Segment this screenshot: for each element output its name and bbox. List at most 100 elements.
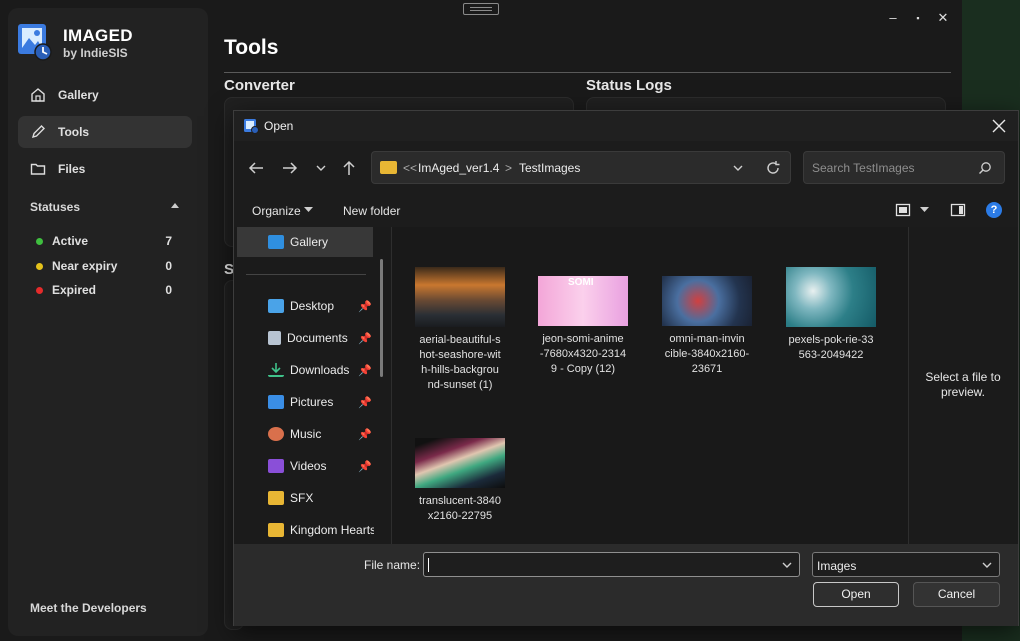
new-folder-button[interactable]: New folder <box>343 204 400 218</box>
nav-item-sfx[interactable]: SFX <box>268 488 313 508</box>
preview-message: Select a file to preview. <box>925 370 1001 399</box>
file-name-label: File name: <box>364 558 421 572</box>
nav-scrollbar[interactable] <box>380 259 383 377</box>
breadcrumb-separator: > <box>505 161 513 175</box>
search-input[interactable]: Search TestImages <box>803 151 1005 184</box>
file-tile[interactable]: omni-man-invin cible-3840x2160- 23671 <box>656 267 758 377</box>
search-icon[interactable] <box>978 161 992 175</box>
file-tile[interactable]: aerial-beautiful-s hot-seashore-wit h-hill… <box>409 267 511 393</box>
chevron-down-icon[interactable] <box>981 560 993 570</box>
preview-pane-toggle-icon[interactable] <box>950 202 966 218</box>
help-icon[interactable]: ? <box>986 202 1002 218</box>
status-label: Near expiry <box>52 259 118 273</box>
expired-dot-icon <box>36 287 43 294</box>
file-type-value: Images <box>817 559 857 573</box>
nav-item-gallery[interactable]: Gallery <box>268 232 328 252</box>
nav-item-music[interactable]: Music <box>268 424 321 444</box>
file-name-input[interactable] <box>423 552 800 577</box>
chevron-down-icon[interactable] <box>781 560 793 570</box>
open-button[interactable]: Open <box>813 582 899 607</box>
status-row-active[interactable]: Active 7 <box>36 234 176 250</box>
organize-button[interactable]: Organize <box>252 204 301 218</box>
text-caret <box>428 558 429 572</box>
nav-item-downloads[interactable]: Downloads <box>268 360 349 380</box>
file-tile[interactable]: translucent-3840 x2160-22795 <box>409 438 511 524</box>
sidebar-item-files[interactable]: Files <box>18 153 192 185</box>
nav-item-pictures[interactable]: Pictures <box>268 392 333 412</box>
desktop-icon <box>268 299 284 313</box>
back-arrow-icon[interactable] <box>248 161 264 175</box>
address-dropdown-chevron-icon[interactable] <box>732 163 744 173</box>
image-thumbnail <box>786 267 876 327</box>
pin-icon[interactable]: 📌 <box>358 396 372 409</box>
file-tile[interactable]: SOMI jeon-somi-anime -7680x4320-2314 9 - C… <box>532 267 634 377</box>
forward-arrow-icon[interactable] <box>282 161 298 175</box>
breadcrumb-overflow[interactable]: << <box>403 161 417 175</box>
pin-icon[interactable]: 📌 <box>358 428 372 441</box>
cancel-button[interactable]: Cancel <box>913 582 1000 607</box>
music-icon <box>268 427 284 441</box>
file-name: omni-man-invin cible-3840x2160- 23671 <box>664 333 750 375</box>
status-count: 0 <box>165 259 172 273</box>
recent-locations-chevron-icon[interactable] <box>315 163 327 173</box>
app-byline: by IndieSIS <box>63 46 128 60</box>
sidebar-item-tools[interactable]: Tools <box>18 116 192 148</box>
nav-divider <box>246 274 366 275</box>
pencil-icon <box>31 125 45 139</box>
nav-item-label: Desktop <box>290 299 335 313</box>
drag-handle-icon[interactable] <box>463 3 499 15</box>
sidebar-item-gallery[interactable]: Gallery <box>18 79 192 111</box>
status-label: Active <box>52 234 89 248</box>
view-options-icon[interactable] <box>895 202 911 218</box>
pin-icon[interactable]: 📌 <box>358 460 372 473</box>
home-icon <box>31 88 45 102</box>
gallery-icon <box>268 235 284 249</box>
nav-item-label: Kingdom Hearts <box>290 523 374 537</box>
nav-item-label: Videos <box>290 459 327 473</box>
file-type-select[interactable]: Images <box>812 552 1000 577</box>
near-expiry-dot-icon <box>36 263 43 270</box>
up-arrow-icon[interactable] <box>342 160 356 176</box>
file-name: aerial-beautiful-s hot-seashore-wit h-hill… <box>419 334 501 391</box>
image-thumbnail: SOMI <box>538 276 628 326</box>
image-thumbnail <box>662 276 752 326</box>
close-button[interactable]: ✕ <box>934 9 952 27</box>
nav-item-kingdom-hearts[interactable]: Kingdom Hearts <box>268 520 374 540</box>
sidebar-item-label: Files <box>58 162 86 176</box>
refresh-icon[interactable] <box>765 160 781 176</box>
image-thumbnail <box>415 267 505 327</box>
breadcrumb-parent[interactable]: ImAged_ver1.4 <box>418 161 499 175</box>
downloads-icon <box>268 363 284 377</box>
pin-icon[interactable]: 📌 <box>358 364 372 377</box>
nav-item-label: Gallery <box>290 235 329 249</box>
maximize-button[interactable]: ▪ <box>909 9 927 27</box>
dialog-titlebar: Open <box>234 111 1018 141</box>
file-tile[interactable]: pexels-pok-rie-33 563-2049422 <box>780 267 882 363</box>
statuses-heading: Statuses <box>30 200 81 214</box>
app-title: IMAGED <box>63 26 133 45</box>
pin-icon[interactable]: 📌 <box>358 332 372 345</box>
folder-icon <box>268 523 284 537</box>
view-dropdown-icon[interactable] <box>920 207 929 213</box>
nav-item-desktop[interactable]: Desktop <box>268 296 334 316</box>
meet-developers-link[interactable]: Meet the Developers <box>30 601 147 615</box>
app-logo-icon <box>244 119 259 134</box>
image-thumbnail <box>415 438 505 488</box>
organize-dropdown-icon[interactable] <box>304 207 313 213</box>
minimize-button[interactable]: – <box>884 9 902 27</box>
address-bar[interactable]: << ImAged_ver1.4 > TestImages <box>371 151 791 184</box>
sidebar: IMAGED by IndieSIS Gallery Tools Files S… <box>8 8 208 636</box>
collapse-caret-icon[interactable] <box>171 203 179 208</box>
nav-item-label: Documents <box>287 331 348 345</box>
pin-icon[interactable]: 📌 <box>358 300 372 313</box>
status-row-near-expiry[interactable]: Near expiry 0 <box>36 259 176 275</box>
videos-icon <box>268 459 284 473</box>
status-row-expired[interactable]: Expired 0 <box>36 283 176 299</box>
folder-icon <box>30 163 46 175</box>
nav-item-videos[interactable]: Videos <box>268 456 326 476</box>
status-logs-heading: Status Logs <box>586 77 672 94</box>
dialog-close-icon[interactable] <box>988 115 1010 137</box>
nav-item-documents[interactable]: Documents <box>268 328 348 348</box>
nav-item-label: Music <box>290 427 322 441</box>
breadcrumb-current[interactable]: TestImages <box>519 161 580 175</box>
